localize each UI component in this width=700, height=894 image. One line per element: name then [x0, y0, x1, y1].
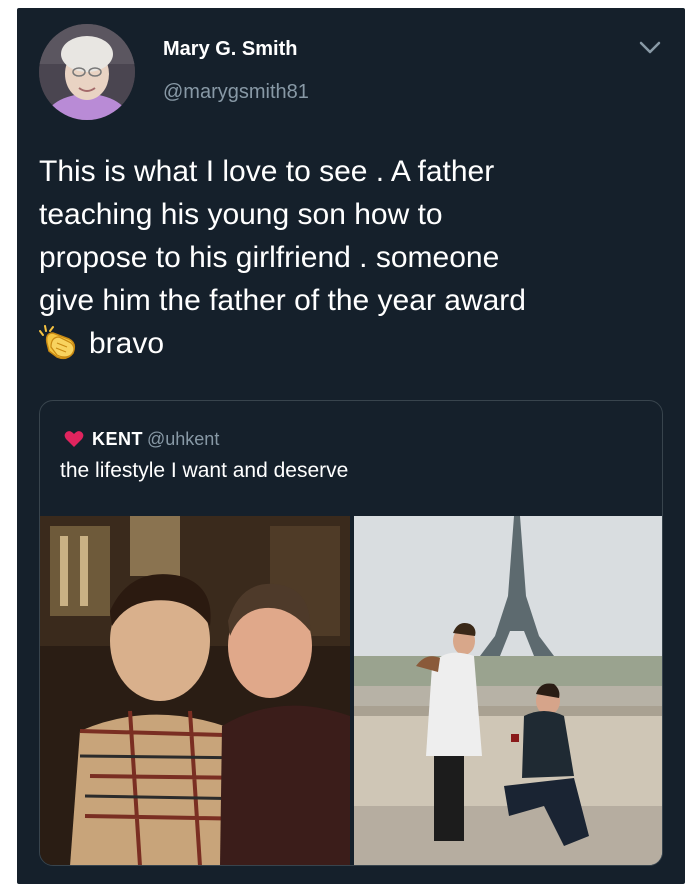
quoted-tweet-header: KENT @uhkent	[64, 429, 219, 450]
quoted-tweet-text: the lifestyle I want and deserve	[60, 459, 349, 482]
clapping-hands-icon	[39, 325, 79, 361]
red-heart-icon	[64, 430, 84, 448]
quoted-photo-eiffel-proposal[interactable]	[354, 516, 662, 865]
tweet-text-line: This is what I love to see . A father	[39, 155, 495, 188]
tweet-text-line: give him the father of the year award	[39, 284, 526, 317]
author-handle[interactable]: @marygsmith81	[163, 81, 309, 104]
tweet-text-line: teaching his young son how to	[39, 198, 443, 231]
tweet-text-line-last: bravo	[39, 322, 669, 365]
quoted-author-handle[interactable]: @uhkent	[147, 429, 219, 449]
tweet-text: This is what I love to see . A father te…	[39, 150, 669, 365]
author-name[interactable]: Mary G. Smith	[163, 38, 297, 61]
tweet-text-bravo: bravo	[89, 327, 165, 360]
tweet-card[interactable]: Mary G. Smith @marygsmith81 This is what…	[17, 8, 685, 884]
chevron-down-icon[interactable]	[637, 38, 663, 58]
tweet-text-line: propose to his girlfriend . someone	[39, 241, 500, 274]
author-avatar[interactable]	[39, 24, 135, 120]
quoted-photo-restaurant[interactable]	[40, 516, 350, 865]
quoted-author-name[interactable]: KENT	[92, 429, 143, 449]
quoted-tweet[interactable]: KENT @uhkent the lifestyle I want and des…	[39, 400, 663, 866]
